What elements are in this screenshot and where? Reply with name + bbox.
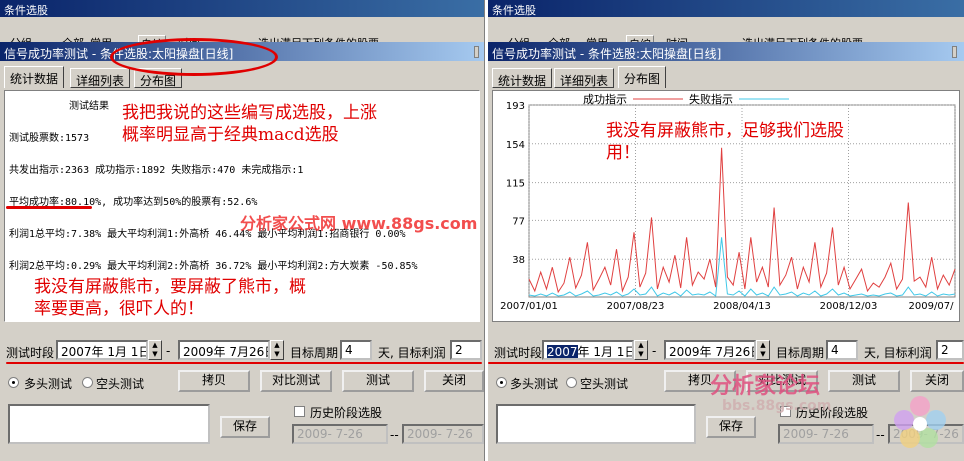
x-tick-label: 2009/07/ [909, 301, 955, 312]
target-period-label: 目标周期 [290, 346, 339, 360]
x-tick-label: 2007/08/23 [607, 301, 665, 312]
date-from-spinner[interactable]: ▲ ▼ [634, 340, 648, 360]
legend-label: 成功指示 [583, 92, 627, 106]
legend-label: 失败指示 [689, 92, 733, 106]
copy-button[interactable]: 拷贝 [178, 370, 250, 392]
x-tick-label: 2008/12/03 [820, 301, 878, 312]
history-from-field[interactable]: 2009- 7-26 [778, 424, 874, 444]
date-from-year-selected: 2007 [547, 345, 578, 359]
close-button[interactable]: 关闭 [424, 370, 484, 392]
test-window-title: 信号成功率测试 - 条件选股:太阳操盘[日线] [488, 42, 964, 61]
dash-separator: - [652, 344, 657, 358]
radio-long[interactable] [496, 377, 507, 388]
date-to-spinner[interactable]: ▲ ▼ [270, 340, 284, 360]
window-restore-button[interactable] [474, 46, 479, 58]
radio-short-label: 空头测试 [580, 377, 629, 391]
target-period-label: 目标周期 [776, 346, 825, 360]
watermark-forum-url: bbs.88gs.com [722, 398, 832, 414]
save-button[interactable]: 保存 [706, 416, 756, 438]
y-tick-label: 154 [506, 140, 525, 151]
window-restore-button[interactable] [952, 46, 957, 58]
radio-short[interactable] [566, 377, 577, 388]
watermark-88gs: 分析家公式网 www.88gs.com [240, 214, 478, 233]
y-tick-label: 193 [506, 101, 525, 112]
date-to-spinner[interactable]: ▲ ▼ [756, 340, 770, 360]
test-button[interactable]: 测试 [828, 370, 900, 392]
x-tick-label: 2007/01/01 [500, 301, 558, 312]
date-to-field[interactable]: 2009年 7月26日 [178, 340, 270, 360]
period-label: 测试时段 [6, 346, 55, 360]
target-profit-label: 天, 目标利润 [378, 346, 446, 360]
memo-box[interactable] [8, 404, 210, 444]
period-label: 测试时段 [494, 346, 543, 360]
outer-tab-strip: 分组 全部 常用 自编 时间 选出满足下列条件的股票 [488, 17, 964, 51]
outer-tab-strip: 分组 全部 常用 自编 时间 选出满足下列条件的股票 [0, 17, 484, 51]
target-profit-input[interactable]: 2 [450, 340, 482, 360]
x-tick-label: 2008/04/13 [713, 301, 771, 312]
radio-short-label: 空头测试 [96, 377, 145, 391]
history-label: 历史阶段选股 [310, 406, 383, 420]
circle-mark [110, 38, 278, 76]
date-from-spinner[interactable]: ▲ ▼ [148, 340, 162, 360]
stats-header: 测试结果 [69, 101, 109, 112]
annotation-red-text-3: 我没有屏蔽熊市，足够我们选股 用！ [606, 121, 844, 163]
watermark-forum: 分析家论坛 [710, 374, 821, 399]
tab-distribution[interactable]: 分布图 [618, 66, 667, 88]
tab-statistics[interactable]: 统计数据 [492, 68, 553, 88]
compare-test-button[interactable]: 对比测试 [260, 370, 332, 392]
radio-long-label: 多头测试 [510, 377, 559, 391]
period-row: 测试时段 2007年 1月 1日 ▲ ▼ - 2009年 7月26日 ▲ ▼ 目标周… [488, 340, 964, 364]
window-title: 条件选股 [488, 0, 964, 17]
tab-detail-list[interactable]: 详细列表 [554, 68, 615, 88]
date-from-rest: 年 1月 1日 [577, 345, 634, 359]
y-tick-label: 115 [506, 179, 525, 190]
history-to-field[interactable]: 2009- 7-26 [402, 424, 484, 444]
underline-mark [6, 206, 92, 209]
flower-logo-icon [894, 396, 946, 448]
date-from-field[interactable]: 2007年 1月 1日 [542, 340, 634, 360]
history-dash: -- [390, 428, 399, 442]
left-window: 条件选股 分组 全部 常用 自编 时间 选出满足下列条件的股票 信号成功率测试 … [0, 0, 484, 461]
history-from-field[interactable]: 2009- 7-26 [292, 424, 388, 444]
date-to-field[interactable]: 2009年 7月26日 [664, 340, 756, 360]
stats-stock-count: 测试股票数:1573 [9, 133, 90, 144]
radio-short[interactable] [82, 377, 93, 388]
window-title: 条件选股 [0, 0, 484, 17]
stats-signals: 共发出指示:2363 成功指示:1892 失败指示:470 未完成指示:1 [9, 165, 304, 176]
save-button[interactable]: 保存 [220, 416, 270, 438]
tab-detail-list[interactable]: 详细列表 [70, 68, 131, 88]
memo-box[interactable] [496, 404, 696, 444]
right-window: 条件选股 分组 全部 常用 自编 时间 选出满足下列条件的股票 信号成功率测试 … [488, 0, 964, 461]
history-dash: -- [876, 428, 885, 442]
close-button[interactable]: 关闭 [910, 370, 964, 392]
test-button[interactable]: 测试 [342, 370, 414, 392]
y-tick-label: 38 [512, 255, 525, 266]
stats-profit2: 利润2总平均:0.29% 最大平均利润2:外高桥 36.72% 最小平均利润2:… [9, 261, 418, 272]
tab-statistics[interactable]: 统计数据 [4, 66, 65, 88]
radio-long-label: 多头测试 [24, 377, 73, 391]
radio-long[interactable] [8, 377, 19, 388]
date-from-field[interactable]: 2007年 1月 1日 [56, 340, 148, 360]
dash-separator: - [166, 344, 171, 358]
target-period-input[interactable]: 4 [826, 340, 858, 360]
target-period-input[interactable]: 4 [340, 340, 372, 360]
period-row: 测试时段 2007年 1月 1日 ▲ ▼ - 2009年 7月26日 ▲ ▼ 目标周… [0, 340, 484, 364]
target-profit-label: 天, 目标利润 [864, 346, 932, 360]
annotation-red-text-1: 我把我说的这些编写成选股，上涨 概率明显高于经典macd选股 [122, 103, 377, 145]
y-tick-label: 77 [512, 216, 525, 227]
target-profit-input[interactable]: 2 [936, 340, 964, 360]
annotation-red-text-2: 我没有屏蔽熊市，要屏蔽了熊市，概 率要更高，很吓人的！ [34, 277, 306, 319]
history-checkbox[interactable] [294, 406, 305, 417]
